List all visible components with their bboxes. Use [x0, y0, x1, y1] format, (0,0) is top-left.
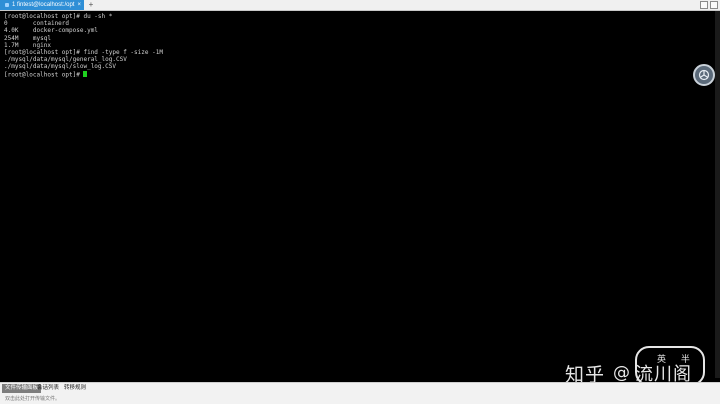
- terminal-output[interactable]: [root@localhost opt]# du -sh * 0 contain…: [4, 13, 694, 373]
- gear-icon: [698, 69, 710, 81]
- terminal-cursor: [83, 70, 87, 77]
- terminal-line: [root@localhost opt]# find -type f -size…: [4, 48, 163, 56]
- tab-bar: 1 fintest@localhost:/opt × +: [0, 0, 720, 11]
- terminal-line: 254M mysql: [4, 34, 51, 42]
- terminal-line: 0 containerd: [4, 20, 70, 28]
- terminal-line: ./mysql/data/mysql/general_log.CSV: [4, 56, 127, 64]
- terminal-line: [root@localhost opt]# du -sh *: [4, 13, 113, 20]
- terminal-line: 1.7M nginx: [4, 41, 51, 49]
- terminal-prompt-line[interactable]: [root@localhost opt]#: [4, 70, 694, 78]
- tab-title: 1 fintest@localhost:/opt: [12, 2, 75, 8]
- session-icon: [5, 3, 9, 7]
- maximize-icon[interactable]: [710, 1, 718, 9]
- close-icon[interactable]: ×: [77, 0, 81, 10]
- terminal-prompt: [root@localhost opt]#: [4, 70, 84, 78]
- restore-icon[interactable]: [700, 1, 708, 9]
- tab-session[interactable]: 1 fintest@localhost:/opt ×: [0, 0, 84, 10]
- bottom-panel: 文件传输面板 会话列表 转移规则 双击此处打开传输文件。: [0, 382, 720, 404]
- terminal-line: 4.0K docker-compose.yml: [4, 27, 98, 35]
- tab-session-list[interactable]: 会话列表: [34, 384, 62, 393]
- terminal-line: ./mysql/data/mysql/slow_log.CSV: [4, 63, 116, 71]
- terminal-scrollbar[interactable]: [715, 11, 720, 378]
- add-tab-icon[interactable]: +: [86, 0, 96, 10]
- status-text: 双击此处打开传输文件。: [5, 396, 61, 402]
- watermark-at: @: [613, 363, 632, 383]
- tab-transfer-rules[interactable]: 转移规则: [61, 384, 89, 393]
- floating-tool-button[interactable]: [693, 64, 715, 86]
